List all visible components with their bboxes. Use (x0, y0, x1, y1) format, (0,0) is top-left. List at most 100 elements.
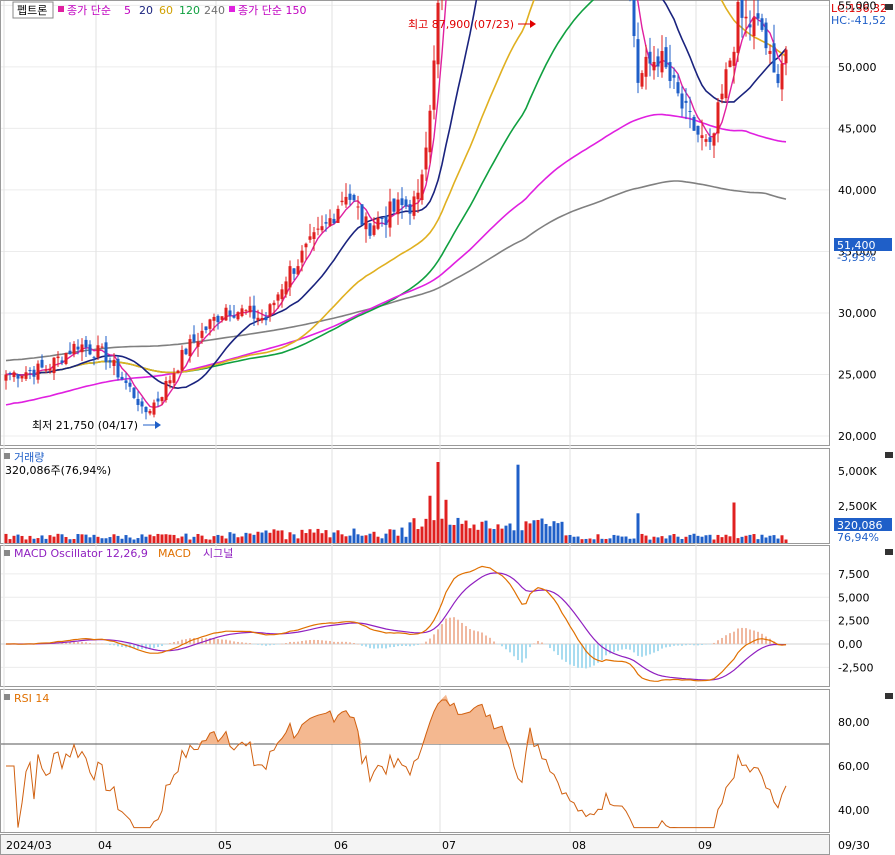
candle-body (72, 343, 76, 354)
volume-bar (88, 537, 92, 543)
candle-body (212, 316, 216, 321)
volume-bar (572, 536, 576, 543)
candle-body (408, 204, 412, 214)
volume-bar (372, 531, 376, 543)
volume-bar (4, 533, 8, 543)
volume-bar (336, 530, 340, 543)
macd-histogram-bar (333, 641, 335, 644)
volume-bar (464, 520, 468, 543)
macd-histogram-bar (685, 644, 687, 646)
macd-histogram-bar (225, 639, 227, 644)
candle-body (648, 51, 652, 64)
price-tick-label: 55,000 (838, 0, 877, 12)
volume-bar (412, 518, 416, 543)
rsi-title-swatch (4, 694, 10, 700)
macd-histogram-bar (101, 643, 103, 645)
volume-bar (528, 523, 532, 543)
macd-histogram-bar (145, 644, 147, 650)
volume-bar (48, 535, 52, 543)
macd-histogram-bar (229, 640, 231, 644)
macd-histogram-bar (473, 630, 475, 644)
candle-body (316, 228, 320, 230)
volume-panel-button[interactable] (885, 452, 893, 458)
macd-histogram-bar (461, 622, 463, 644)
candle-body (756, 13, 760, 19)
chart-tab-label[interactable]: 펩트론 (17, 4, 47, 17)
change-pct: -3,93% (837, 251, 876, 264)
volume-bar (352, 528, 356, 543)
macd-histogram-bar (345, 641, 347, 644)
candle-body (104, 342, 108, 363)
macd-histogram-bar (757, 631, 759, 644)
rsi-title: RSI 14 (14, 692, 49, 705)
macd-histogram-bar (85, 642, 87, 644)
candle-body (764, 22, 768, 49)
volume-bar (724, 534, 728, 543)
macd-histogram-bar (581, 644, 583, 668)
macd-panel-button[interactable] (885, 549, 893, 555)
candle-body (148, 410, 152, 414)
stock-chart[interactable]: 펩트론 종가 단순 5 20 60 120 240 종가 단순 150 LC:1… (0, 0, 895, 855)
macd-histogram-bar (165, 644, 167, 645)
volume-bar (252, 534, 256, 543)
macd-title: MACD Oscillator 12,26,9 (14, 547, 148, 560)
ma240-legend: 240 (204, 4, 225, 17)
candle-body (172, 373, 176, 383)
candle-body (100, 346, 104, 348)
candle-body (372, 225, 376, 235)
macd-histogram-bar (497, 644, 499, 645)
volume-bar (680, 538, 684, 543)
volume-bar (404, 536, 408, 543)
macd-histogram-bar (629, 644, 631, 650)
candle-body (320, 226, 324, 231)
volume-bar (172, 534, 176, 543)
candle-body (784, 49, 788, 64)
macd-panel[interactable] (0, 545, 830, 687)
volume-bar (388, 529, 392, 543)
volume-bar (108, 537, 112, 543)
candle-body (760, 18, 764, 30)
candle-body (116, 358, 120, 378)
macd-histogram-bar (113, 644, 115, 646)
candle-body (768, 50, 772, 54)
rsi-panel-button[interactable] (885, 693, 893, 699)
candle-body (644, 56, 648, 77)
price-tick-label: 45,000 (838, 122, 877, 135)
volume-bar (732, 502, 736, 543)
volume-bar (512, 530, 516, 543)
candle-body (352, 194, 356, 201)
candle-body (16, 374, 20, 379)
low-annotation: 최저 21,750 (04/17) (32, 419, 138, 432)
macd-histogram-bar (673, 644, 675, 646)
macd-histogram-bar (385, 644, 387, 649)
macd-histogram-bar (657, 644, 659, 652)
price-panel-button[interactable] (885, 4, 893, 10)
volume-bar (52, 536, 56, 543)
price-tick-label: 40,000 (838, 184, 877, 197)
candle-body (772, 43, 776, 73)
macd-histogram-bar (613, 644, 615, 653)
candle-body (244, 310, 248, 312)
macd-histogram-bar (593, 644, 595, 666)
macd-histogram-bar (281, 643, 283, 645)
volume-bar (128, 537, 132, 543)
volume-bar (160, 534, 164, 543)
volume-bar (12, 535, 16, 543)
volume-bar (716, 534, 720, 543)
volume-bar (24, 539, 28, 543)
candle-body (696, 125, 700, 135)
volume-bar (168, 534, 172, 543)
volume-bar (320, 533, 324, 543)
candle-body (196, 341, 200, 347)
macd-histogram-bar (69, 642, 71, 644)
macd-histogram-bar (309, 640, 311, 644)
volume-bar (316, 528, 320, 543)
candle-body (92, 357, 96, 359)
macd-histogram-bar (753, 630, 755, 644)
candle-body (4, 374, 8, 381)
macd-histogram-bar (517, 644, 519, 661)
high-annotation: 최고 87,900 (07/23) (408, 18, 514, 31)
macd-histogram-bar (277, 644, 279, 645)
macd-histogram-bar (521, 644, 523, 663)
candle-body (640, 73, 644, 87)
